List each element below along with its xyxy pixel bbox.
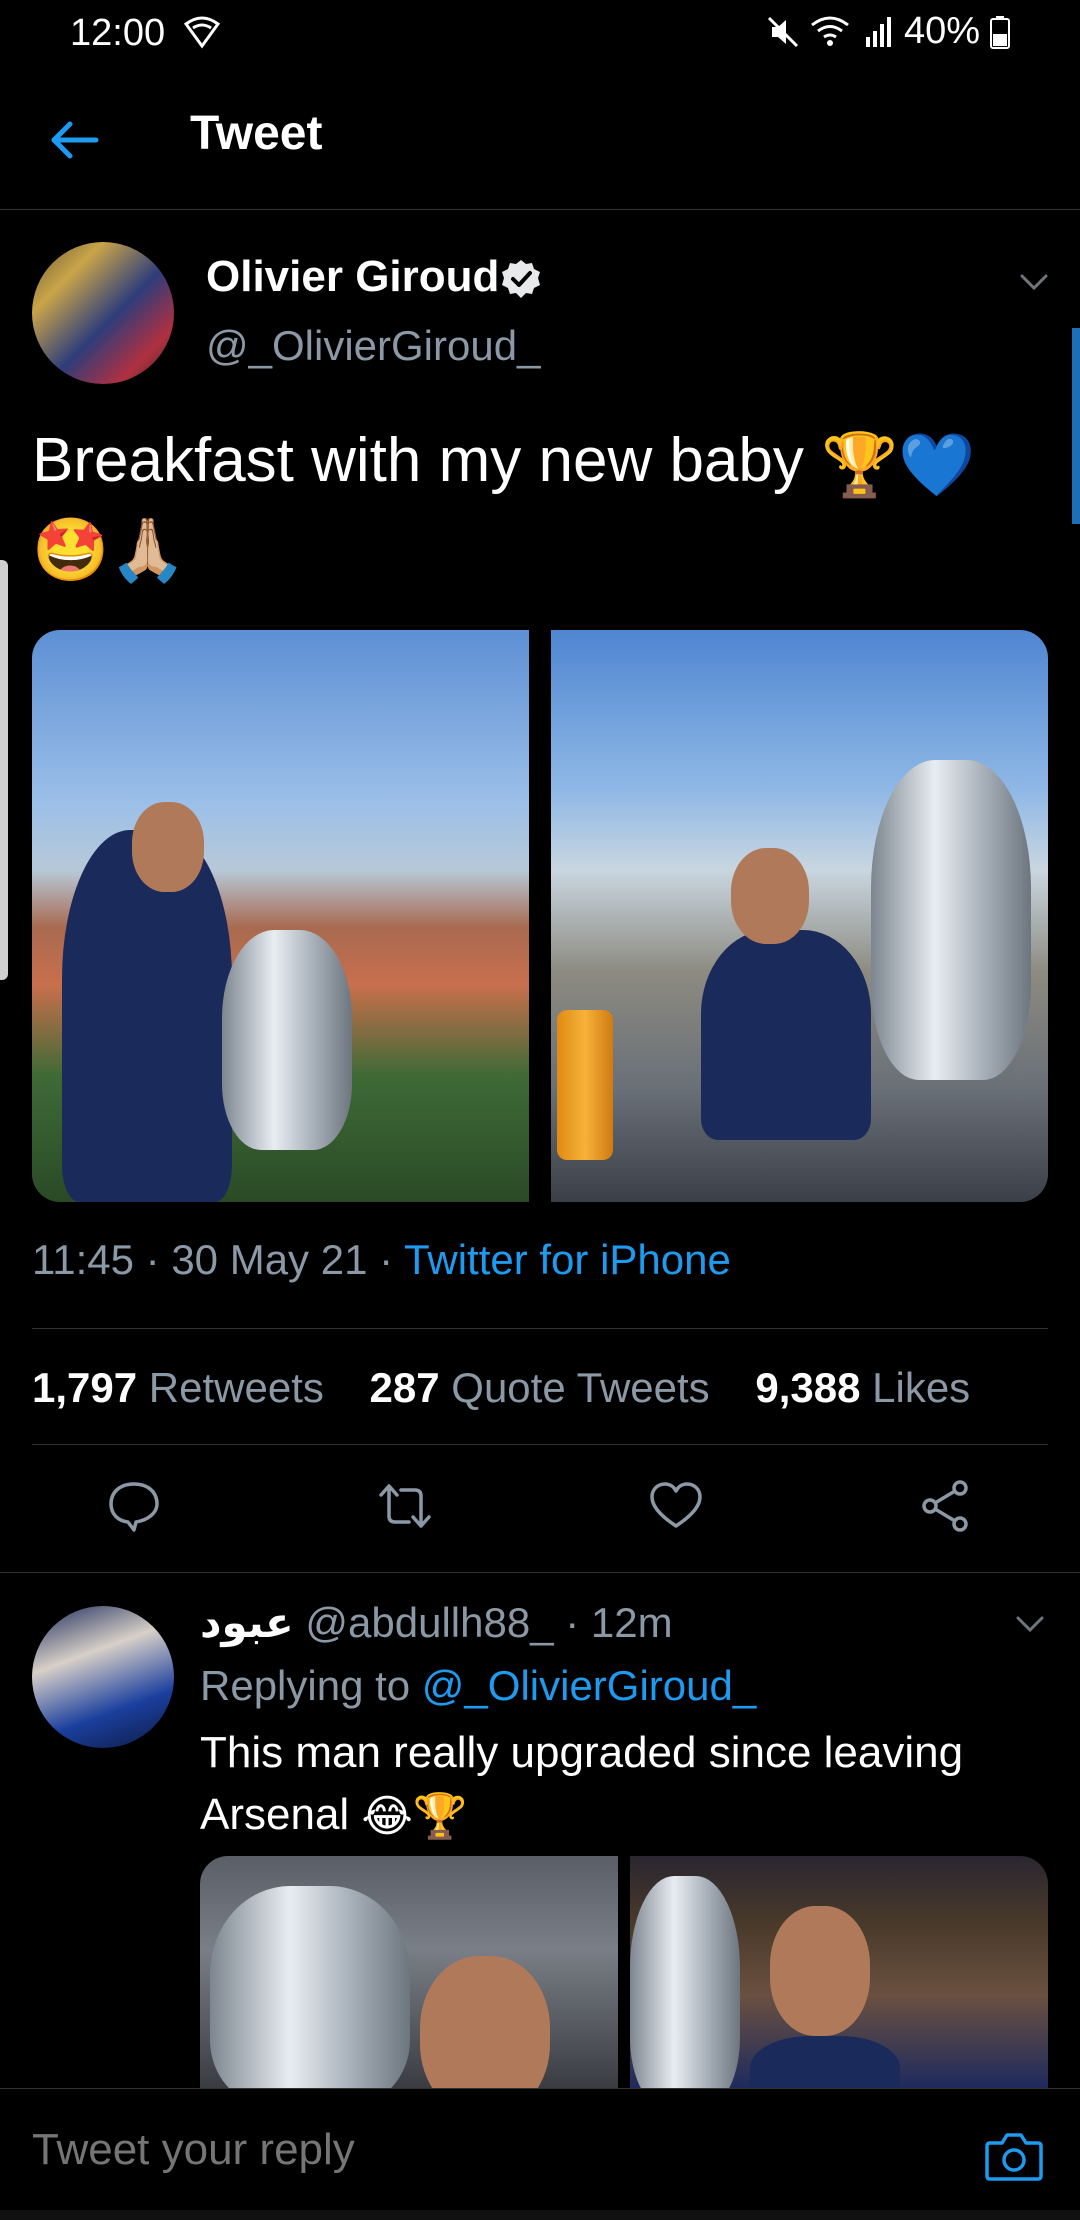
likes-stat[interactable]: 9,388 Likes	[755, 1364, 970, 1411]
divider	[0, 1572, 1080, 1573]
verified-badge-icon	[502, 260, 540, 298]
tweet-stats: 1,797 Retweets 287 Quote Tweets 9,388 Li…	[32, 1364, 1004, 1412]
author-handle[interactable]: @_OlivierGiroud_	[206, 322, 540, 370]
retweets-stat[interactable]: 1,797 Retweets	[32, 1364, 324, 1411]
reply-avatar[interactable]	[32, 1606, 174, 1748]
signal-icon	[865, 16, 891, 47]
camera-icon[interactable]	[984, 2129, 1044, 2183]
meta-separator: ·	[553, 1599, 591, 1646]
like-icon[interactable]	[648, 1478, 704, 1534]
retweets-count: 1,797	[32, 1364, 138, 1411]
tweet-photo-2[interactable]	[551, 630, 1048, 1202]
likes-count: 9,388	[755, 1364, 861, 1411]
photo-bottle	[557, 1010, 613, 1160]
reply-photo-2[interactable]	[630, 1856, 1048, 2088]
arrow-left-icon[interactable]	[44, 110, 104, 170]
photo-trophy	[630, 1876, 740, 2088]
tweet-source-link[interactable]: Twitter for iPhone	[404, 1236, 731, 1283]
system-nav-strip	[0, 2210, 1080, 2220]
wifi-signal-icon	[811, 16, 849, 46]
reply-emojis: 😂🏆	[361, 1791, 468, 1843]
wifi-icon	[183, 16, 221, 49]
photo-trophy	[222, 930, 352, 1150]
tweet-media-grid	[32, 630, 1048, 1202]
reply-media-grid	[200, 1856, 1048, 2088]
tweet-emoji-line2: 🤩🙏🏼	[32, 513, 187, 587]
battery-icon	[990, 15, 1010, 49]
meta-separator: ·	[367, 1236, 405, 1283]
photo-subject-head	[132, 802, 204, 892]
reply-text: This man really upgraded since leaving A…	[200, 1722, 1040, 1848]
reply-author-handle[interactable]: @abdullh88_	[305, 1599, 553, 1646]
tweet-text: Breakfast with my new baby 🏆💙 🤩🙏🏼	[32, 420, 1052, 591]
reply-composer	[0, 2088, 1080, 2220]
divider	[32, 1444, 1048, 1445]
photo-subject	[750, 2036, 900, 2088]
chevron-down-icon[interactable]	[1012, 1606, 1048, 1642]
chevron-down-icon[interactable]	[1016, 264, 1052, 300]
divider	[32, 1328, 1048, 1329]
photo-subject-head	[770, 1906, 870, 2036]
tweet-date: 30 May 21	[171, 1236, 368, 1283]
photo-subject-head	[731, 848, 809, 944]
replying-to: Replying to @_OlivierGiroud_	[200, 1662, 756, 1710]
reply-header: عبود @abdullh88_ · 12m	[200, 1598, 673, 1647]
photo-trophy	[210, 1886, 410, 2088]
reply-input[interactable]	[32, 2125, 607, 2175]
reply-text-body: This man really upgraded since leaving A…	[200, 1728, 964, 1839]
author-avatar[interactable]	[32, 242, 174, 384]
photo-subject-head	[420, 1956, 550, 2088]
tweet-photo-1[interactable]	[32, 630, 529, 1202]
battery-percent: 40%	[903, 10, 980, 52]
mute-icon	[767, 16, 798, 47]
reply-age: 12m	[590, 1599, 673, 1646]
replying-mention[interactable]: @_OlivierGiroud_	[422, 1662, 756, 1709]
tweet-actions	[0, 1478, 1080, 1540]
replying-label: Replying to	[200, 1662, 422, 1709]
quotes-stat[interactable]: 287 Quote Tweets	[370, 1364, 710, 1411]
reply-author-name[interactable]: عبود	[200, 1599, 294, 1646]
photo-trophy	[871, 760, 1031, 1080]
edge-panel-handle[interactable]	[0, 560, 8, 980]
reply-photo-1[interactable]	[200, 1856, 618, 2088]
retweets-label: Retweets	[148, 1364, 324, 1411]
tweet-time: 11:45	[32, 1236, 134, 1283]
tweet-text-body: Breakfast with my new baby	[32, 426, 822, 495]
quotes-label: Quote Tweets	[451, 1364, 710, 1411]
tweet-emoji-line1: 🏆💙	[821, 427, 976, 501]
page-title: Tweet	[190, 107, 323, 160]
meta-separator: ·	[134, 1236, 172, 1283]
retweet-icon[interactable]	[377, 1478, 433, 1534]
status-time: 12:00	[70, 12, 166, 54]
photo-subject	[701, 930, 871, 1140]
reply-icon[interactable]	[106, 1478, 162, 1534]
scrollbar[interactable]	[1072, 328, 1080, 524]
tweet-meta: 11:45 · 30 May 21 · Twitter for iPhone	[32, 1236, 731, 1284]
author-name[interactable]: Olivier Giroud	[206, 252, 499, 302]
status-bar: 12:00 40%	[0, 0, 1080, 70]
share-icon[interactable]	[918, 1478, 974, 1534]
quotes-count: 287	[369, 1364, 440, 1411]
top-app-bar: Tweet	[0, 70, 1080, 210]
likes-label: Likes	[872, 1364, 971, 1411]
status-right: 40%	[766, 10, 1010, 53]
